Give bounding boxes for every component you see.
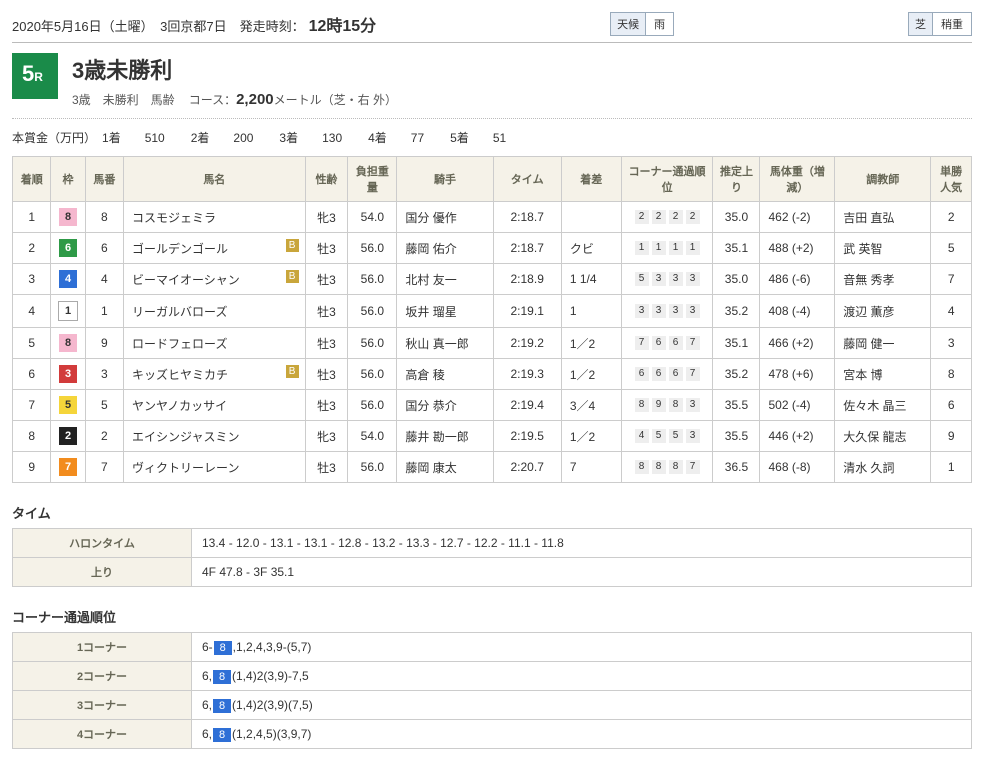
blinker-icon: B — [286, 365, 299, 378]
table-row: 977ヴィクトリーレーン牡356.0藤岡 康太2:20.77888736.546… — [13, 452, 972, 483]
horse-name: コスモジェミラ — [124, 202, 306, 233]
col-corner: コーナー通過順位 — [621, 157, 713, 202]
weather-label: 天候 — [611, 13, 646, 35]
race-subtitle: 3歳 未勝利 馬齢 コース：2,200メートル（芝・右 外） — [72, 91, 397, 108]
waku-badge: 7 — [59, 458, 77, 476]
horse-name: ロードフェローズ — [124, 328, 306, 359]
table-row: 589ロードフェローズ牡356.0秋山 真一郎2:19.21／2766735.1… — [13, 328, 972, 359]
time-table: ハロンタイム13.4 - 12.0 - 13.1 - 13.1 - 12.8 -… — [12, 528, 972, 587]
table-row: 633キッズヒヤミカチB牡356.0高倉 稜2:19.31／2666735.24… — [13, 359, 972, 390]
col-pop: 単勝人気 — [931, 157, 972, 202]
highlight-horse-icon: 8 — [213, 728, 231, 742]
waku-badge: 3 — [59, 365, 77, 383]
table-header-row: 着順 枠 馬番 馬名 性齢 負担重量 騎手 タイム 着差 コーナー通過順位 推定… — [13, 157, 972, 202]
col-last: 推定上り — [713, 157, 760, 202]
table-row: 188コスモジェミラ牝354.0国分 優作2:18.7222235.0462 (… — [13, 202, 972, 233]
waku-badge: 2 — [59, 427, 77, 445]
waku-badge: 1 — [58, 301, 78, 321]
blinker-icon: B — [286, 270, 299, 283]
col-waku: 枠 — [51, 157, 85, 202]
corner-table: 1コーナー6-8,1,2,4,3,9-(5,7)2コーナー6,8(1,4)2(3… — [12, 632, 972, 749]
race-header: 5R 3歳未勝利 3歳 未勝利 馬齢 コース：2,200メートル（芝・右 外） — [12, 53, 972, 108]
highlight-horse-icon: 8 — [214, 641, 232, 655]
waku-badge: 8 — [59, 334, 77, 352]
result-table: 着順 枠 馬番 馬名 性齢 負担重量 騎手 タイム 着差 コーナー通過順位 推定… — [12, 156, 972, 483]
weather-value: 雨 — [646, 13, 673, 35]
waku-badge: 5 — [59, 396, 77, 414]
race-number-badge: 5R — [12, 53, 58, 99]
corner-section-title: コーナー通過順位 — [12, 607, 972, 626]
prize-line: 本賞金（万円） 1着 5102着 2003着 1304着 775着 51 — [12, 129, 972, 146]
track-label: 芝 — [909, 13, 933, 35]
time-section-title: タイム — [12, 503, 972, 522]
table-row: 411リーガルバローズ牡356.0坂井 瑠星2:19.11333335.2408… — [13, 295, 972, 328]
horse-name: ヴィクトリーレーン — [124, 452, 306, 483]
waku-badge: 4 — [59, 270, 77, 288]
col-trainer: 調教師 — [835, 157, 931, 202]
corner-section: コーナー通過順位 1コーナー6-8,1,2,4,3,9-(5,7)2コーナー6,… — [12, 607, 972, 749]
col-rank: 着順 — [13, 157, 51, 202]
race-date: 2020年5月16日（土曜） 3回京都7日 発走時刻：12時15分 — [12, 12, 376, 36]
col-diff: 着差 — [561, 157, 621, 202]
horse-name: エイシンジャスミン — [124, 421, 306, 452]
table-row: 755ヤンヤノカッサイ牡356.0国分 恭介2:19.43／4898335.55… — [13, 390, 972, 421]
start-time: 12時15分 — [309, 18, 377, 35]
track-box: 芝 稍重 — [908, 12, 972, 36]
highlight-horse-icon: 8 — [213, 670, 231, 684]
horse-name: ゴールデンゴールB — [124, 233, 306, 264]
col-name: 馬名 — [124, 157, 306, 202]
horse-name: ビーマイオーシャンB — [124, 264, 306, 295]
waku-badge: 6 — [59, 239, 77, 257]
highlight-horse-icon: 8 — [213, 699, 231, 713]
col-num: 馬番 — [85, 157, 123, 202]
horse-name: リーガルバローズ — [124, 295, 306, 328]
waku-badge: 8 — [59, 208, 77, 226]
table-row: 266ゴールデンゴールB牡356.0藤岡 佑介2:18.7クビ111135.14… — [13, 233, 972, 264]
blinker-icon: B — [286, 239, 299, 252]
header-bar: 2020年5月16日（土曜） 3回京都7日 発走時刻：12時15分 天候 雨 芝… — [12, 12, 972, 43]
race-title: 3歳未勝利 — [72, 53, 397, 85]
track-value: 稍重 — [933, 13, 971, 35]
col-jock: 騎手 — [397, 157, 493, 202]
horse-name: ヤンヤノカッサイ — [124, 390, 306, 421]
table-row: 822エイシンジャスミン牝354.0藤井 勘一郎2:19.51／2455335.… — [13, 421, 972, 452]
col-time: タイム — [493, 157, 561, 202]
horse-name: キッズヒヤミカチB — [124, 359, 306, 390]
table-row: 344ビーマイオーシャンB牡356.0北村 友一2:18.91 1/453333… — [13, 264, 972, 295]
col-body: 馬体重（増減） — [760, 157, 835, 202]
col-wt: 負担重量 — [348, 157, 397, 202]
time-section: タイム ハロンタイム13.4 - 12.0 - 13.1 - 13.1 - 12… — [12, 503, 972, 587]
col-sex: 性齢 — [305, 157, 348, 202]
weather-box: 天候 雨 — [610, 12, 674, 36]
